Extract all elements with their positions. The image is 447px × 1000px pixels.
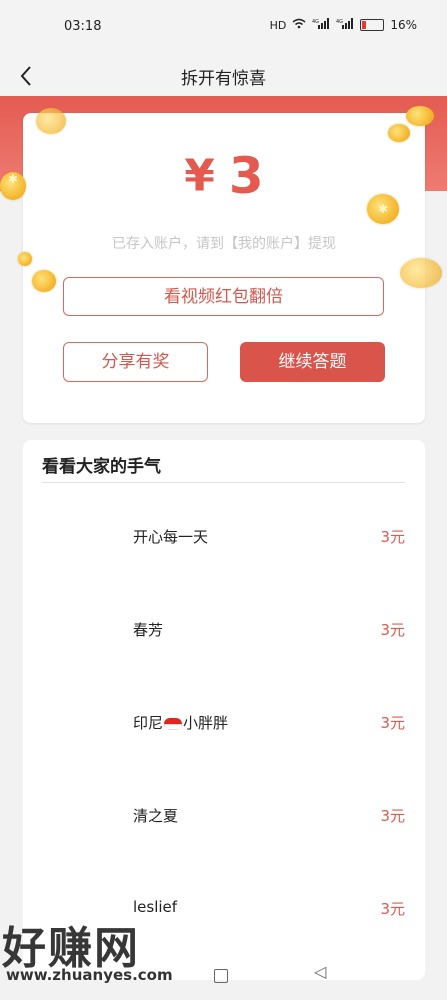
back-triangle-icon[interactable]: ◁	[314, 962, 326, 981]
winner-amount: 3元	[380, 621, 405, 639]
recent-apps-icon[interactable]	[214, 969, 228, 983]
hd-icon: HD	[269, 18, 287, 32]
svg-text:4G: 4G	[336, 19, 343, 25]
list-item: 春芳 3元	[23, 609, 425, 649]
coin-icon	[36, 108, 66, 134]
prize-amount: ¥3	[23, 147, 425, 205]
signal-icon: 4G	[312, 18, 330, 32]
winner-name-part: 小胖胖	[183, 714, 229, 732]
coin-icon	[388, 124, 410, 142]
currency-symbol: ¥	[184, 150, 215, 202]
signal-icon-2: 4G	[336, 18, 354, 32]
coin-icon	[406, 106, 434, 126]
status-time: 03:18	[64, 19, 102, 34]
battery-level: 16%	[390, 18, 417, 32]
coin-icon	[32, 270, 56, 292]
wifi-icon	[292, 18, 306, 32]
winner-amount: 3元	[380, 900, 405, 918]
status-icons: HD 4G 4G 16%	[270, 18, 417, 32]
watermark-url: www.zhuanyes.com	[6, 966, 173, 984]
divider	[42, 482, 405, 483]
indonesia-flag-icon	[164, 717, 183, 730]
winner-amount: 3元	[380, 807, 405, 825]
prize-card: ¥3 已存入账户，请到【我的账户】提现 看视频红包翻倍 分享有奖 继续答题	[23, 113, 425, 423]
winners-card: 看看大家的手气 开心每一天 3元 春芳 3元 印尼 小胖胖 3元 清之夏 3元 l…	[23, 440, 425, 980]
page-title: 拆开有惊喜	[181, 69, 266, 89]
coin-icon	[400, 258, 442, 288]
nav-bar: 拆开有惊喜	[0, 58, 447, 96]
deposit-tip: 已存入账户，请到【我的账户】提现	[112, 236, 336, 252]
continue-answering-button[interactable]: 继续答题	[240, 342, 385, 382]
winner-name: 印尼 小胖胖	[133, 712, 228, 733]
winner-amount: 3元	[380, 714, 405, 732]
winner-name: 开心每一天	[133, 528, 209, 546]
status-bar: 03:18 HD 4G 4G 16%	[0, 0, 447, 58]
list-item: 开心每一天 3元	[23, 516, 425, 556]
coin-icon: ✱	[367, 194, 399, 224]
winner-name: 春芳	[133, 621, 164, 639]
share-button[interactable]: 分享有奖	[63, 342, 208, 382]
svg-text:4G: 4G	[312, 19, 319, 25]
list-item: 印尼 小胖胖 3元	[23, 702, 425, 742]
coin-icon	[18, 252, 32, 266]
amount-value: 3	[228, 147, 264, 205]
battery-icon	[360, 19, 385, 31]
coin-icon: ✱	[0, 172, 26, 200]
winner-amount: 3元	[380, 528, 405, 546]
double-reward-button[interactable]: 看视频红包翻倍	[63, 277, 384, 316]
winner-name: 清之夏	[133, 807, 179, 825]
winner-name-part: 印尼	[133, 714, 164, 732]
winners-title: 看看大家的手气	[42, 457, 161, 477]
list-item: 清之夏 3元	[23, 795, 425, 835]
